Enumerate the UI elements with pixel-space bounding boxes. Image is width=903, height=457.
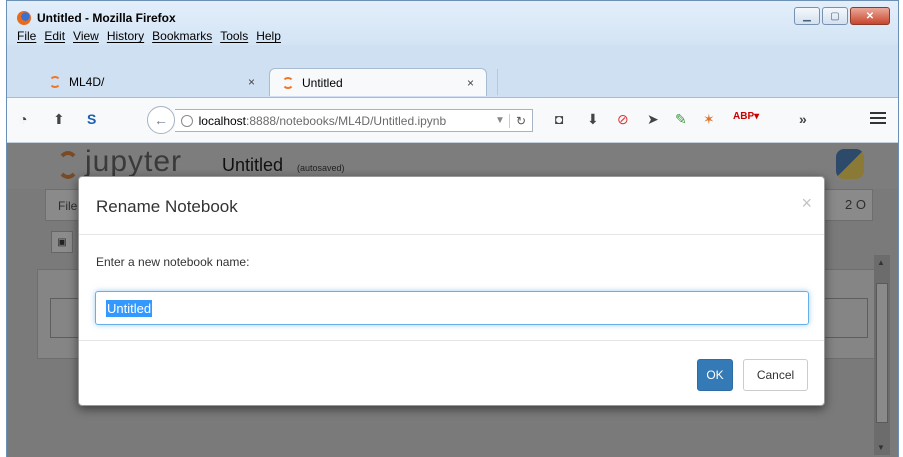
site-info-icon[interactable] (181, 114, 193, 127)
tab-label: Untitled (302, 75, 343, 90)
rss-icon[interactable]: ◔ (19, 111, 27, 127)
firefox-logo-icon (17, 11, 31, 25)
back-icon[interactable]: ← (147, 106, 175, 134)
menu-help[interactable]: Help (256, 29, 281, 43)
menu-file[interactable]: File (17, 29, 36, 43)
cancel-button[interactable]: Cancel (743, 359, 808, 391)
adblock-plus-icon[interactable]: ABP▾ (733, 111, 759, 122)
window-title: Untitled - Mozilla Firefox (37, 11, 176, 25)
tab-separator (497, 69, 498, 95)
maximize-icon[interactable]: ▢ (822, 7, 848, 25)
page-scrollbar[interactable]: ▲ ▼ (874, 255, 890, 455)
s-extension-icon[interactable]: S (87, 111, 96, 127)
tab-close-icon[interactable]: × (248, 75, 255, 89)
downloads-icon[interactable]: ⬇ (587, 111, 599, 128)
ok-button[interactable]: OK (697, 359, 733, 391)
jupyter-menu-file[interactable]: File (58, 199, 77, 213)
extension-fox-icon[interactable]: ✶ (703, 111, 715, 128)
extension-leaf-icon[interactable]: ✎ (675, 111, 687, 128)
tab-untitled[interactable]: Untitled × (269, 68, 487, 96)
pocket-icon[interactable]: ◘ (555, 111, 563, 127)
hamburger-menu-icon[interactable] (870, 112, 886, 124)
scroll-up-icon[interactable]: ▲ (877, 258, 885, 267)
dialog-title: Rename Notebook (96, 197, 238, 216)
jupyter-wordmark: jupyter (85, 145, 183, 178)
menu-tools[interactable]: Tools (220, 29, 248, 43)
notebook-name[interactable]: Untitled (222, 155, 283, 176)
close-window-icon[interactable]: ✕ (850, 7, 890, 25)
notebook-name-input[interactable]: Untitled (95, 291, 809, 325)
overflow-chevron-icon[interactable]: » (799, 111, 807, 127)
python-logo-icon (836, 149, 864, 179)
tab-bar: ML4D/ × Untitled × (7, 63, 898, 97)
rename-prompt: Enter a new notebook name: (96, 255, 250, 269)
url-dropdown-icon[interactable]: ▼ (495, 115, 505, 126)
url-host: localhost (198, 113, 247, 128)
menu-edit[interactable]: Edit (44, 29, 65, 43)
kernel-indicator: 2 O (845, 197, 866, 212)
dialog-footer: OK Cancel (79, 341, 824, 407)
minimize-icon[interactable]: ▁ (794, 7, 820, 25)
jupyter-logo-icon (57, 151, 79, 179)
download-helper-icon[interactable]: ⬆ (53, 111, 65, 128)
dialog-close-icon[interactable]: × (801, 193, 812, 214)
url-bar[interactable]: localhost :8888/notebooks/ML4D/Untitled.… (175, 109, 533, 132)
scroll-thumb[interactable] (876, 283, 888, 423)
menu-bar: File Edit View History Bookmarks Tools H… (17, 29, 281, 43)
tab-ml4d[interactable]: ML4D/ × (37, 68, 267, 96)
selected-input-text[interactable]: Untitled (106, 299, 153, 317)
save-icon[interactable]: ▣ (51, 231, 73, 253)
menu-view[interactable]: View (73, 29, 99, 43)
menu-history[interactable]: History (107, 29, 144, 43)
jupyter-favicon-icon (49, 76, 61, 88)
tab-label: ML4D/ (69, 75, 105, 89)
scroll-down-icon[interactable]: ▼ (877, 443, 885, 452)
jupyter-favicon-icon (282, 76, 294, 89)
url-path: :8888/notebooks/ML4D/Untitled.ipynb (246, 113, 447, 128)
menu-bookmarks[interactable]: Bookmarks (152, 29, 212, 43)
rename-notebook-dialog: Rename Notebook × Enter a new notebook n… (78, 176, 825, 406)
dialog-body: Enter a new notebook name: Untitled (79, 235, 824, 341)
reload-icon[interactable]: ↻ (508, 113, 532, 128)
tab-close-icon[interactable]: × (467, 76, 474, 90)
send-icon[interactable]: ➤ (647, 111, 659, 128)
navigation-bar: ◔ ⬆ S ← localhost :8888/notebooks/ML4D/U… (7, 97, 898, 143)
dialog-header: Rename Notebook × (79, 177, 824, 235)
window-controls: ▁ ▢ ✕ (794, 7, 890, 25)
autosave-status: (autosaved) (297, 163, 345, 173)
blocker-icon[interactable]: ⊘ (617, 111, 629, 128)
